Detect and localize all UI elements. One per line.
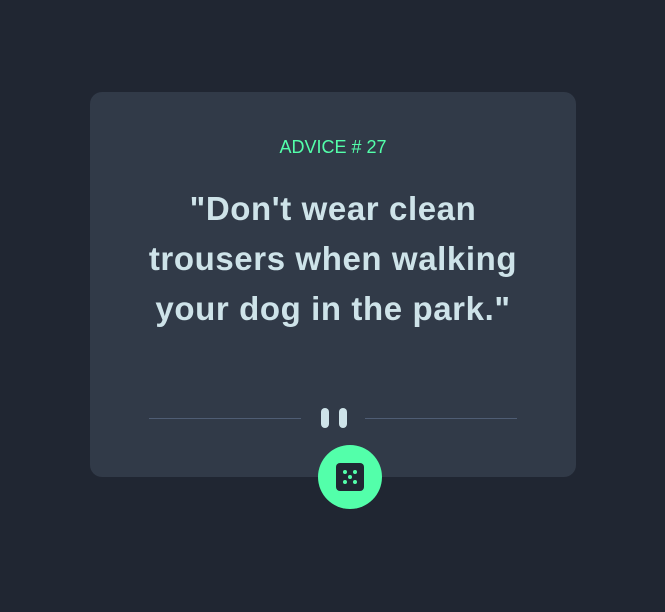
divider-line-left — [149, 418, 301, 419]
new-advice-button[interactable] — [318, 445, 382, 509]
advice-id: ADVICE # 27 — [279, 137, 387, 157]
advice-quote: "Don't wear clean trousers when walking … — [148, 190, 518, 327]
dice-icon — [336, 463, 364, 491]
divider-line-right — [365, 418, 517, 419]
pause-icon — [321, 408, 347, 428]
divider — [149, 408, 517, 428]
advice-card: ADVICE # 27 "Don't wear clean trousers w… — [90, 92, 576, 477]
